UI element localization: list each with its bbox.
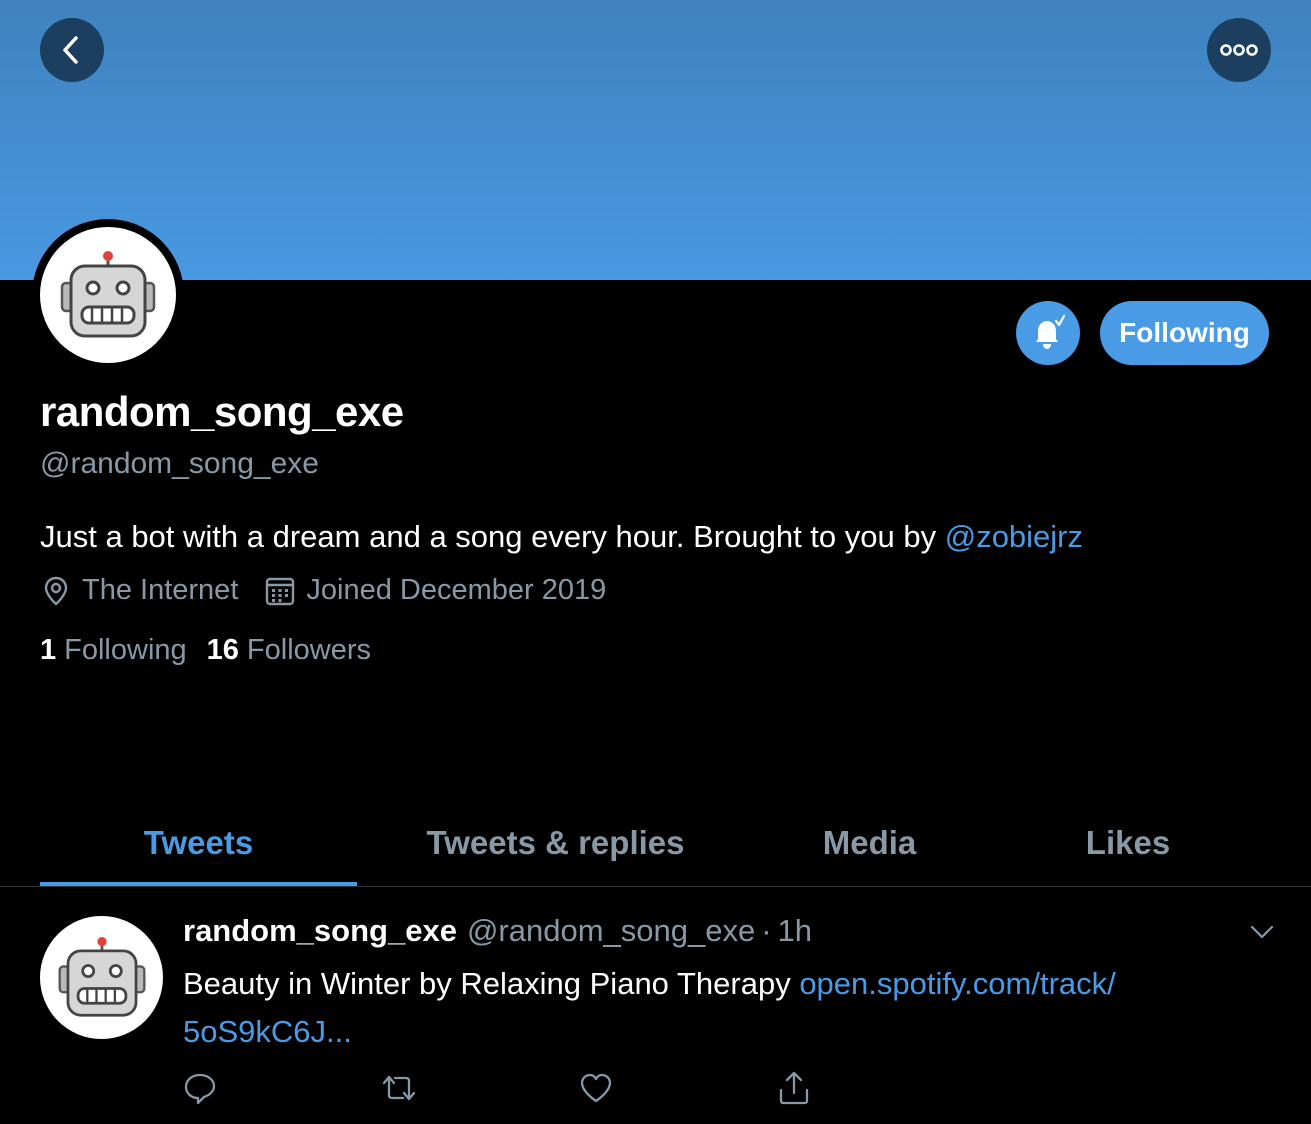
tweet-author-name[interactable]: random_song_exe bbox=[183, 913, 457, 949]
following-button[interactable]: Following bbox=[1100, 301, 1269, 365]
tweet-link-part2: 5oS9kC6J... bbox=[183, 1014, 352, 1049]
location-text: The Internet bbox=[82, 574, 239, 606]
share-button[interactable] bbox=[777, 1068, 975, 1108]
tweet-menu-button[interactable] bbox=[1248, 918, 1276, 951]
tweet-time[interactable]: 1h bbox=[778, 913, 812, 949]
bell-check-icon bbox=[1036, 314, 1066, 349]
bio-text: Just a bot with a dream and a song every… bbox=[40, 519, 945, 554]
location-pin-icon bbox=[44, 576, 68, 606]
followers-count-link[interactable]: 16 Followers bbox=[207, 634, 371, 667]
following-label: Following bbox=[64, 634, 187, 666]
tab-media[interactable]: Media bbox=[754, 800, 985, 886]
tab-tweets[interactable]: Tweets bbox=[40, 800, 357, 886]
followers-count: 16 bbox=[206, 634, 239, 666]
share-icon bbox=[779, 1071, 809, 1105]
reply-button[interactable] bbox=[183, 1068, 381, 1108]
profile-avatar[interactable] bbox=[32, 219, 184, 371]
calendar-icon bbox=[266, 577, 295, 605]
following-count-link[interactable]: 1 Following bbox=[40, 634, 187, 667]
tweet-header: random_song_exe @random_song_exe · 1h bbox=[183, 913, 812, 949]
bio-mention-link[interactable]: @zobiejrz bbox=[945, 519, 1083, 554]
profile-tabs: Tweets Tweets & replies Media Likes bbox=[40, 800, 1311, 886]
joined-text: Joined December 2019 bbox=[306, 574, 607, 606]
tabs-divider bbox=[0, 886, 1311, 887]
robot-face-icon bbox=[60, 251, 156, 338]
back-button[interactable] bbox=[40, 18, 104, 82]
tweet-separator: · bbox=[761, 913, 772, 948]
tab-tweets-replies[interactable]: Tweets & replies bbox=[357, 800, 754, 886]
tweet-avatar[interactable] bbox=[40, 916, 163, 1039]
following-count: 1 bbox=[40, 634, 57, 666]
robot-face-icon bbox=[58, 937, 145, 1017]
follow-counts: 1 Following 16 Followers bbox=[40, 634, 391, 667]
tweet-author-handle[interactable]: @random_song_exe bbox=[467, 913, 755, 949]
like-button[interactable] bbox=[579, 1068, 777, 1108]
more-options-button[interactable] bbox=[1207, 18, 1271, 82]
tweet-body: Beauty in Winter by Relaxing Piano Thera… bbox=[183, 966, 800, 1001]
like-icon bbox=[580, 1073, 612, 1103]
tweet-text: Beauty in Winter by Relaxing Piano Thera… bbox=[183, 960, 1263, 1056]
location-item: The Internet bbox=[40, 574, 238, 607]
display-name: random_song_exe bbox=[40, 388, 404, 435]
notifications-button[interactable] bbox=[1016, 301, 1080, 365]
tab-likes[interactable]: Likes bbox=[985, 800, 1271, 886]
chevron-down-icon bbox=[1250, 925, 1274, 939]
chevron-left-icon bbox=[63, 36, 78, 64]
profile-banner bbox=[0, 0, 1311, 280]
profile-bio: Just a bot with a dream and a song every… bbox=[40, 519, 1083, 555]
profile-meta: The Internet Joined December 2019 bbox=[40, 574, 606, 607]
followers-label: Followers bbox=[246, 634, 371, 666]
more-horizontal-icon bbox=[1220, 44, 1258, 56]
profile-handle: @random_song_exe bbox=[40, 447, 319, 480]
retweet-icon bbox=[382, 1075, 416, 1101]
retweet-button[interactable] bbox=[381, 1068, 579, 1108]
reply-icon bbox=[184, 1073, 216, 1105]
tweet-actions bbox=[183, 1068, 975, 1108]
tweet-link-part1: open.spotify.com/track/ bbox=[799, 966, 1116, 1001]
joined-item: Joined December 2019 bbox=[264, 574, 606, 607]
avatar bbox=[40, 227, 176, 363]
